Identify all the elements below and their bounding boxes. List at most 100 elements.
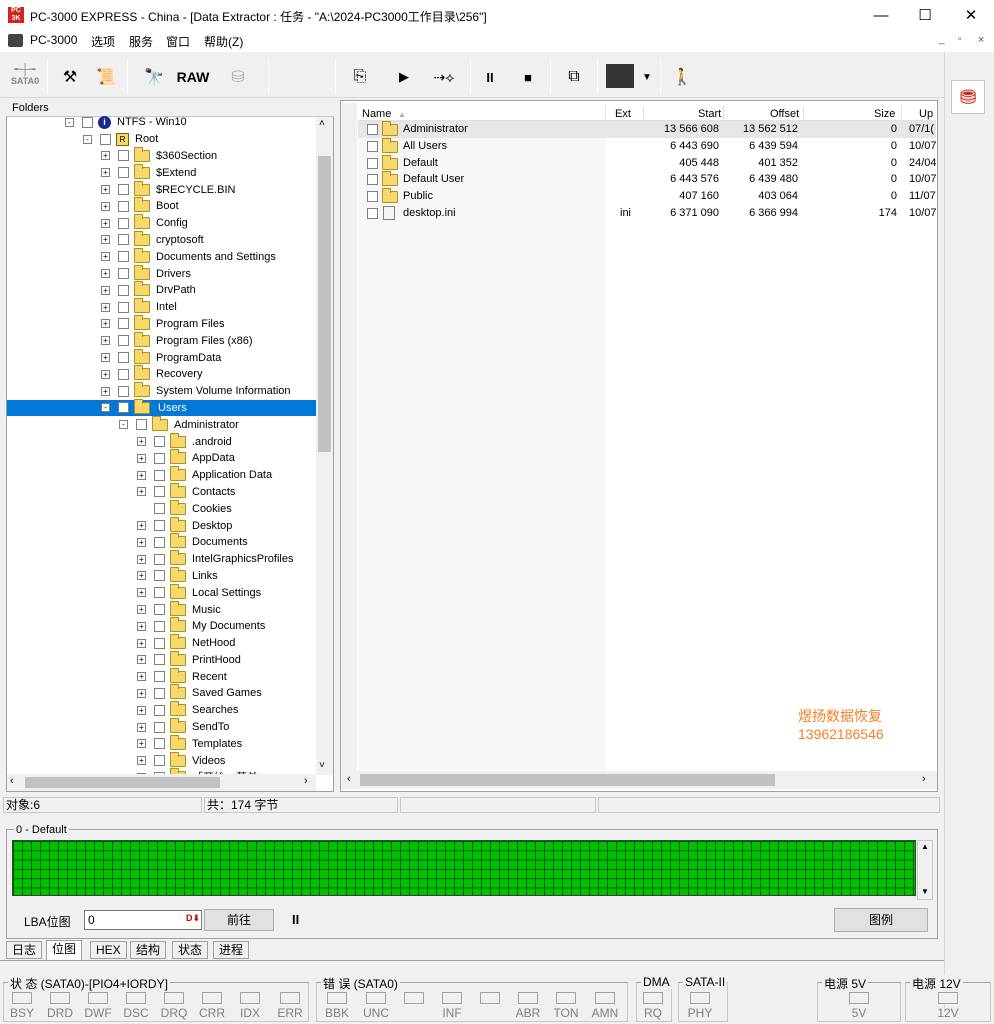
node-checkbox[interactable]	[82, 116, 93, 128]
column-divider[interactable]	[723, 106, 724, 120]
tree-node[interactable]: + Contacts	[7, 482, 316, 501]
mdi-minimize-icon[interactable]: _	[939, 34, 945, 45]
expand-icon[interactable]: +	[137, 554, 146, 564]
sata-port-button[interactable]: ╾┼╼ SATA0	[8, 64, 42, 92]
expand-icon[interactable]: +	[137, 437, 146, 447]
raw-button[interactable]: RAW	[176, 62, 210, 92]
file-row[interactable]: Default User 6 443 576 6 439 480 0 10/07	[358, 171, 936, 188]
node-checkbox[interactable]	[118, 318, 129, 330]
expand-icon[interactable]: +	[101, 353, 110, 363]
node-checkbox[interactable]	[154, 637, 165, 649]
tree-node[interactable]: + IntelGraphicsProfiles	[7, 550, 316, 568]
mdi-restore-icon[interactable]: ▫	[958, 34, 962, 45]
map-pause-button[interactable]: II	[292, 912, 299, 927]
expand-icon[interactable]: +	[137, 571, 146, 581]
process-flow-icon[interactable]: ⇢⟡	[426, 62, 462, 92]
menu-pc3000[interactable]: PC-3000	[30, 33, 77, 47]
node-checkbox[interactable]	[154, 620, 165, 632]
node-checkbox[interactable]	[118, 167, 129, 179]
expand-icon[interactable]: +	[137, 521, 146, 531]
expand-icon[interactable]: +	[137, 688, 146, 698]
tree-node[interactable]: + Recent	[7, 667, 316, 685]
node-checkbox[interactable]	[118, 301, 129, 313]
tree-node[interactable]: + Videos	[7, 751, 316, 769]
expand-icon[interactable]: +	[137, 487, 146, 497]
tree-node[interactable]: + Drivers	[7, 264, 316, 282]
node-checkbox[interactable]	[118, 385, 129, 397]
mdi-close-icon[interactable]: ×	[978, 34, 984, 46]
tab-log[interactable]: 日志	[6, 941, 43, 959]
node-checkbox[interactable]	[118, 234, 129, 246]
expand-icon[interactable]: +	[101, 369, 110, 379]
column-size[interactable]: Size	[874, 108, 895, 120]
tree-node[interactable]: + Searches	[7, 701, 316, 719]
tree-node[interactable]: + SendTo	[7, 718, 316, 736]
legend-button[interactable]: 图例	[834, 908, 928, 932]
dec-hex-toggle-icon[interactable]: D⬇	[186, 913, 200, 924]
expand-icon[interactable]: +	[101, 386, 110, 396]
tree-node[interactable]: + DrvPath	[7, 281, 316, 299]
tree-node[interactable]: + Documents	[7, 533, 316, 551]
expand-icon[interactable]: +	[137, 756, 146, 766]
expand-icon[interactable]: +	[101, 168, 110, 178]
node-checkbox[interactable]	[154, 503, 165, 515]
scroll-right-icon[interactable]: ›	[922, 773, 926, 785]
expand-icon[interactable]: +	[101, 302, 110, 312]
windows-icon[interactable]: ⧉	[560, 62, 588, 92]
tree-node[interactable]: + Program Files (x86)	[7, 331, 316, 349]
node-checkbox[interactable]	[154, 553, 165, 565]
scroll-up-icon[interactable]: ▲	[921, 842, 929, 851]
tab-status[interactable]: 状态	[172, 941, 209, 959]
node-checkbox[interactable]	[154, 570, 165, 582]
file-checkbox[interactable]	[367, 124, 378, 135]
node-checkbox[interactable]	[118, 184, 129, 196]
files-hscroll-thumb[interactable]	[360, 774, 775, 786]
file-row[interactable]: Default 405 448 401 352 0 24/04	[358, 154, 936, 172]
expand-icon[interactable]: +	[101, 252, 110, 262]
expand-icon[interactable]: +	[101, 336, 110, 346]
expand-icon[interactable]: +	[101, 201, 110, 211]
node-checkbox[interactable]	[154, 452, 165, 464]
tab-structure[interactable]: 结构	[130, 941, 167, 959]
node-checkbox[interactable]	[154, 738, 165, 750]
scroll-right-icon[interactable]: ›	[304, 775, 308, 787]
collapse-icon[interactable]: -	[119, 420, 128, 430]
tree-node[interactable]: + NetHood	[7, 634, 316, 652]
exit-icon[interactable]: 🚶	[668, 62, 696, 92]
expand-icon[interactable]: +	[101, 185, 110, 195]
file-checkbox[interactable]	[367, 157, 378, 169]
play-icon[interactable]: ▶	[390, 62, 418, 92]
expand-icon[interactable]: +	[137, 672, 146, 682]
column-name[interactable]: Name	[362, 108, 391, 120]
stop-icon[interactable]: ■	[514, 62, 542, 92]
column-divider[interactable]	[803, 106, 804, 120]
tree-node[interactable]: + Templates	[7, 734, 316, 752]
node-checkbox[interactable]	[118, 200, 129, 212]
scroll-down-icon[interactable]: ˅	[319, 760, 325, 771]
image-preview-icon[interactable]	[606, 64, 634, 88]
node-checkbox[interactable]	[154, 587, 165, 599]
tree-node[interactable]: + Music	[7, 600, 316, 618]
lba-input[interactable]: 0	[84, 910, 202, 930]
file-checkbox[interactable]	[367, 207, 378, 219]
node-checkbox[interactable]	[118, 150, 129, 162]
node-checkbox[interactable]	[154, 721, 165, 733]
node-checkbox[interactable]	[154, 520, 165, 532]
expand-icon[interactable]: +	[137, 470, 146, 480]
file-checkbox[interactable]	[367, 191, 378, 203]
menu-services[interactable]: 服务	[129, 33, 153, 50]
node-checkbox[interactable]	[154, 654, 165, 666]
expand-icon[interactable]: +	[137, 739, 146, 749]
tab-hex[interactable]: HEX	[90, 941, 127, 959]
node-checkbox[interactable]	[154, 604, 165, 615]
node-checkbox[interactable]	[118, 268, 129, 280]
expand-icon[interactable]: +	[137, 537, 146, 547]
tree-node[interactable]: + Recovery	[7, 365, 316, 383]
export-icon[interactable]: ⎘	[346, 62, 374, 92]
tree-node[interactable]: Cookies	[7, 499, 316, 517]
maximize-button[interactable]: ☐	[902, 0, 948, 30]
tree-node[interactable]: + Documents and Settings	[7, 247, 316, 265]
folders-hscroll-thumb[interactable]	[25, 777, 220, 788]
tree-node[interactable]: + $360Section	[7, 146, 316, 165]
collapse-icon[interactable]: -	[101, 403, 110, 413]
